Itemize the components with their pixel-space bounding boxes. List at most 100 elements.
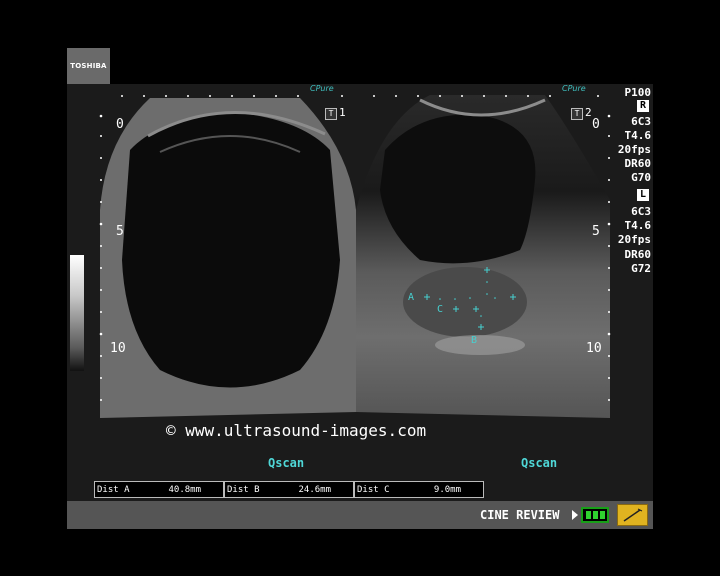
lateral-dot	[461, 95, 463, 97]
measurement-value: 40.8mm	[168, 485, 201, 495]
frame-t-icon: T	[325, 108, 337, 120]
probe-mark-left: CPure	[310, 84, 334, 93]
frame-badge-left: T1	[325, 106, 346, 120]
lateral-dot	[439, 95, 441, 97]
caliper-dot	[439, 298, 441, 300]
depth-dot	[608, 311, 610, 313]
probe-readout: 6C3	[631, 205, 651, 218]
lateral-dot	[209, 95, 211, 97]
battery-icon	[581, 507, 609, 523]
depth-label: 0	[592, 117, 600, 132]
mode-label-left: Qscan	[268, 456, 305, 470]
depth-dot	[607, 222, 611, 226]
measurement-name: Dist A	[97, 485, 130, 495]
lateral-dot	[231, 95, 233, 97]
depth-dot	[100, 311, 102, 313]
right-bladder-lumen	[380, 114, 536, 264]
lateral-dot	[483, 95, 485, 97]
lateral-dot	[165, 95, 167, 97]
lateral-dot	[505, 95, 507, 97]
dynamic-range-readout: DR60	[624, 157, 652, 170]
depth-dot	[100, 289, 102, 291]
caliper-label-b: B	[471, 335, 478, 346]
measurement-dist-c: Dist C 9.0mm	[354, 481, 484, 498]
status-bar	[67, 501, 653, 529]
depth-dot	[608, 179, 610, 181]
depth-dot	[100, 245, 102, 247]
depth-dot	[608, 267, 610, 269]
frame-badge-right: T2	[571, 106, 592, 120]
gain-readout: G72	[631, 262, 651, 275]
mode-label-right: Qscan	[521, 456, 558, 470]
cine-review-label[interactable]: CINE REVIEW	[480, 508, 559, 522]
lateral-dot	[549, 95, 551, 97]
depth-dot	[99, 222, 103, 226]
depth-dot	[99, 332, 103, 336]
right-bright-echo	[435, 335, 525, 355]
depth-dot	[608, 135, 610, 137]
measurement-dist-a: Dist A 40.8mm	[94, 481, 224, 498]
lateral-dot	[143, 95, 145, 97]
depth-dot	[607, 114, 611, 118]
caliper-dot	[469, 297, 471, 299]
lateral-dot	[297, 95, 299, 97]
lateral-dot	[253, 95, 255, 97]
framerate-readout: 20fps	[617, 233, 651, 246]
measurement-dist-b: Dist B 24.6mm	[224, 481, 354, 498]
grayscale-bar	[70, 255, 84, 371]
measurement-value: 9.0mm	[433, 485, 461, 495]
frame-t-icon: T	[571, 108, 583, 120]
depth-dot	[100, 179, 102, 181]
depth-dot	[100, 157, 102, 159]
lateral-dot	[121, 95, 123, 97]
lateral-dot	[275, 95, 277, 97]
measurement-value: 24.6mm	[298, 485, 331, 495]
tissue-readout: T4.6	[624, 219, 652, 232]
depth-dot	[608, 399, 610, 401]
caliper-dot	[486, 281, 488, 283]
caliper-label-c: C	[437, 304, 444, 315]
depth-label: 10	[586, 341, 602, 356]
dynamic-range-readout: DR60	[624, 248, 652, 261]
depth-dot	[100, 355, 102, 357]
depth-dot	[99, 114, 103, 118]
caliper-dot	[486, 293, 488, 295]
lateral-dot	[341, 95, 343, 97]
power-readout: P100	[624, 86, 652, 99]
depth-dot	[608, 157, 610, 159]
depth-dot	[100, 399, 102, 401]
gain-readout: G70	[631, 171, 651, 184]
depth-dot	[608, 289, 610, 291]
lateral-dot	[417, 95, 419, 97]
lateral-dot	[395, 95, 397, 97]
depth-dot	[608, 377, 610, 379]
depth-dot	[608, 355, 610, 357]
measurement-name: Dist C	[357, 485, 390, 495]
caliper-label-a: A	[408, 292, 415, 303]
measurement-name: Dist B	[227, 485, 260, 495]
lateral-dot	[597, 95, 599, 97]
probe-mark-right: CPure	[562, 84, 586, 93]
section-marker-r: R	[637, 100, 649, 112]
lateral-dot	[373, 95, 375, 97]
depth-dot	[100, 377, 102, 379]
depth-dot	[608, 201, 610, 203]
framerate-readout: 20fps	[617, 143, 651, 156]
caliper-dot	[494, 297, 496, 299]
depth-label: 10	[110, 341, 126, 356]
lateral-dot	[187, 95, 189, 97]
depth-dot	[607, 332, 611, 336]
depth-dot	[100, 267, 102, 269]
depth-dot	[100, 201, 102, 203]
depth-label: 5	[592, 224, 600, 239]
depth-dot	[100, 135, 102, 137]
depth-dot	[608, 245, 610, 247]
tissue-readout: T4.6	[624, 129, 652, 142]
right-prostate-region	[403, 267, 527, 337]
left-bladder-lumen	[122, 112, 340, 388]
play-icon[interactable]	[572, 510, 578, 520]
caliper-dot	[454, 298, 456, 300]
pen-icon[interactable]	[617, 504, 648, 526]
watermark: © www.ultrasound-images.com	[166, 421, 427, 440]
probe-readout: 6C3	[631, 115, 651, 128]
